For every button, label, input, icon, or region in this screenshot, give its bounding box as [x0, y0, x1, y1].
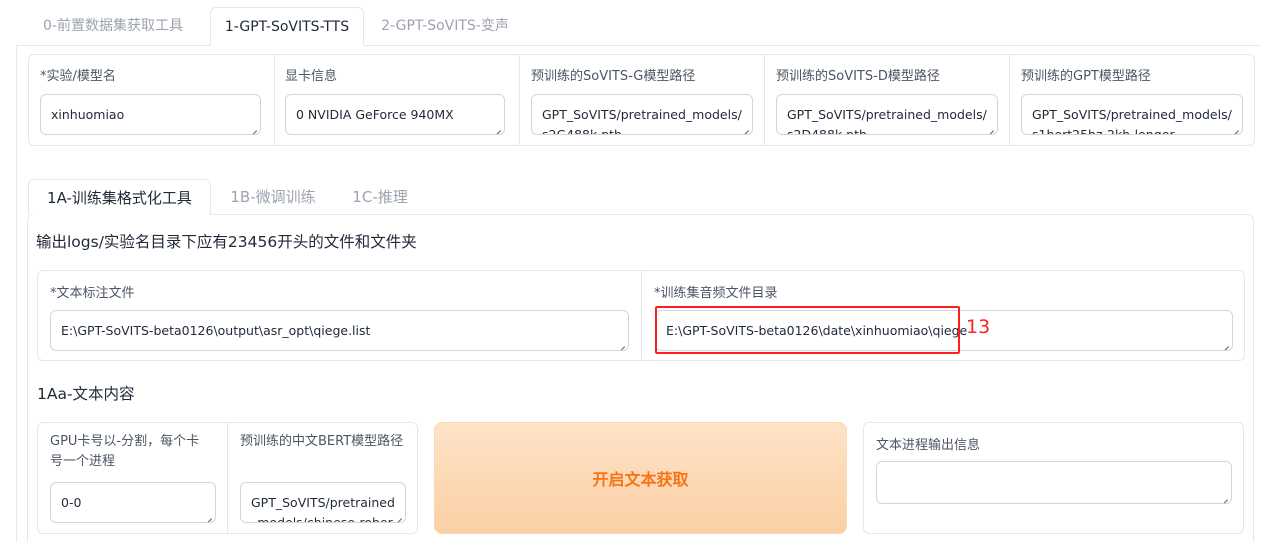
experiment-name-label: *实验/模型名	[40, 69, 116, 84]
tab-1c-inference[interactable]: 1C-推理	[336, 179, 424, 215]
tab-gpt-sovits-tts[interactable]: 1-GPT-SoVITS-TTS	[210, 7, 364, 46]
resize-handle-icon[interactable]	[1232, 124, 1239, 131]
resize-handle-icon[interactable]	[205, 512, 212, 519]
column-divider	[641, 271, 642, 360]
bert-path-value: GPT_SoVITS/pretrained_models/chinese-rob…	[251, 495, 395, 523]
sovits-d-label: 预训练的SoVITS-D模型路径	[776, 69, 940, 84]
resize-handle-icon[interactable]	[250, 124, 257, 131]
gpu-ids-input[interactable]: 0-0	[50, 482, 216, 523]
sovits-d-input[interactable]: GPT_SoVITS/pretrained_models/s2D488k.pth	[776, 94, 998, 135]
audio-dir-label: *训练集音频文件目录	[654, 286, 778, 301]
dataset-paths-row: *文本标注文件 E:\GPT-SoVITS-beta0126\output\as…	[37, 270, 1245, 361]
gpu-info-cell: 显卡信息 0 NVIDIA GeForce 940MX	[275, 55, 520, 145]
list-file-input[interactable]: E:\GPT-SoVITS-beta0126\output\asr_opt\qi…	[50, 310, 629, 351]
experiment-name-cell: *实验/模型名 xinhuomiao	[29, 55, 275, 145]
sovits-d-value: GPT_SoVITS/pretrained_models/s2D488k.pth	[787, 107, 987, 135]
gpu-info-input[interactable]: 0 NVIDIA GeForce 940MX	[285, 94, 505, 135]
text-params-panel: GPU卡号以-分割，每个卡号一个进程 0-0 预训练的中文BERT模型路径 GP…	[37, 422, 418, 534]
list-file-label: *文本标注文件	[50, 286, 135, 301]
resize-handle-icon[interactable]	[742, 124, 749, 131]
sovits-g-label: 预训练的SoVITS-G模型路径	[531, 69, 696, 84]
resize-handle-icon[interactable]	[987, 124, 994, 131]
gpt-model-label: 预训练的GPT模型路径	[1021, 69, 1151, 84]
text-output-label: 文本进程输出信息	[876, 438, 981, 453]
sovits-g-value: GPT_SoVITS/pretrained_models/s2G488k.pth	[542, 107, 742, 135]
bert-path-label: 预训练的中文BERT模型路径	[240, 434, 404, 449]
annotation-number: 13	[966, 316, 991, 338]
resize-handle-icon[interactable]	[618, 340, 625, 347]
bert-path-input[interactable]: GPT_SoVITS/pretrained_models/chinese-rob…	[240, 482, 406, 523]
resize-handle-icon[interactable]	[1221, 493, 1228, 500]
gpt-model-cell: 预训练的GPT模型路径 GPT_SoVITS/pretrained_models…	[1010, 55, 1254, 145]
model-settings-row: *实验/模型名 xinhuomiao 显卡信息 0 NVIDIA GeForce…	[28, 54, 1255, 146]
gpu-info-label: 显卡信息	[285, 69, 338, 84]
resize-handle-icon[interactable]	[1222, 340, 1229, 347]
gpu-ids-value: 0-0	[61, 495, 82, 510]
highlight-box	[655, 306, 960, 354]
list-file-value: E:\GPT-SoVITS-beta0126\output\asr_opt\qi…	[61, 323, 371, 338]
output-dir-note: 输出logs/实验名目录下应有23456开头的文件和文件夹	[36, 233, 417, 251]
text-output-panel: 文本进程输出信息	[863, 422, 1244, 534]
section-1aa-title: 1Aa-文本内容	[37, 385, 135, 403]
experiment-name-input[interactable]: xinhuomiao	[40, 94, 261, 135]
start-text-extraction-button[interactable]: 开启文本获取	[434, 422, 847, 534]
column-divider	[227, 423, 228, 533]
experiment-name-value: xinhuomiao	[51, 107, 125, 122]
resize-handle-icon[interactable]	[395, 512, 402, 519]
top-tab-bar: 0-前置数据集获取工具 1-GPT-SoVITS-TTS 2-GPT-SoVIT…	[0, 0, 1261, 46]
gpt-model-input[interactable]: GPT_SoVITS/pretrained_models/s1bert25hz-…	[1021, 94, 1243, 135]
tab-dataset-tools[interactable]: 0-前置数据集获取工具	[20, 7, 206, 46]
resize-handle-icon[interactable]	[494, 124, 501, 131]
tab-1a-format-tool[interactable]: 1A-训练集格式化工具	[28, 179, 211, 215]
gpt-model-value: GPT_SoVITS/pretrained_models/s1bert25hz-…	[1032, 107, 1232, 135]
text-output-box[interactable]	[876, 461, 1232, 504]
sovits-g-input[interactable]: GPT_SoVITS/pretrained_models/s2G488k.pth	[531, 94, 753, 135]
gpu-ids-label: GPU卡号以-分割，每个卡号一个进程	[50, 434, 200, 469]
tab-1b-finetune[interactable]: 1B-微调训练	[216, 179, 330, 215]
sovits-d-cell: 预训练的SoVITS-D模型路径 GPT_SoVITS/pretrained_m…	[765, 55, 1010, 145]
gpu-info-value: 0 NVIDIA GeForce 940MX	[296, 107, 454, 122]
tab-voice-change[interactable]: 2-GPT-SoVITS-变声	[368, 7, 522, 46]
sovits-g-cell: 预训练的SoVITS-G模型路径 GPT_SoVITS/pretrained_m…	[520, 55, 765, 145]
